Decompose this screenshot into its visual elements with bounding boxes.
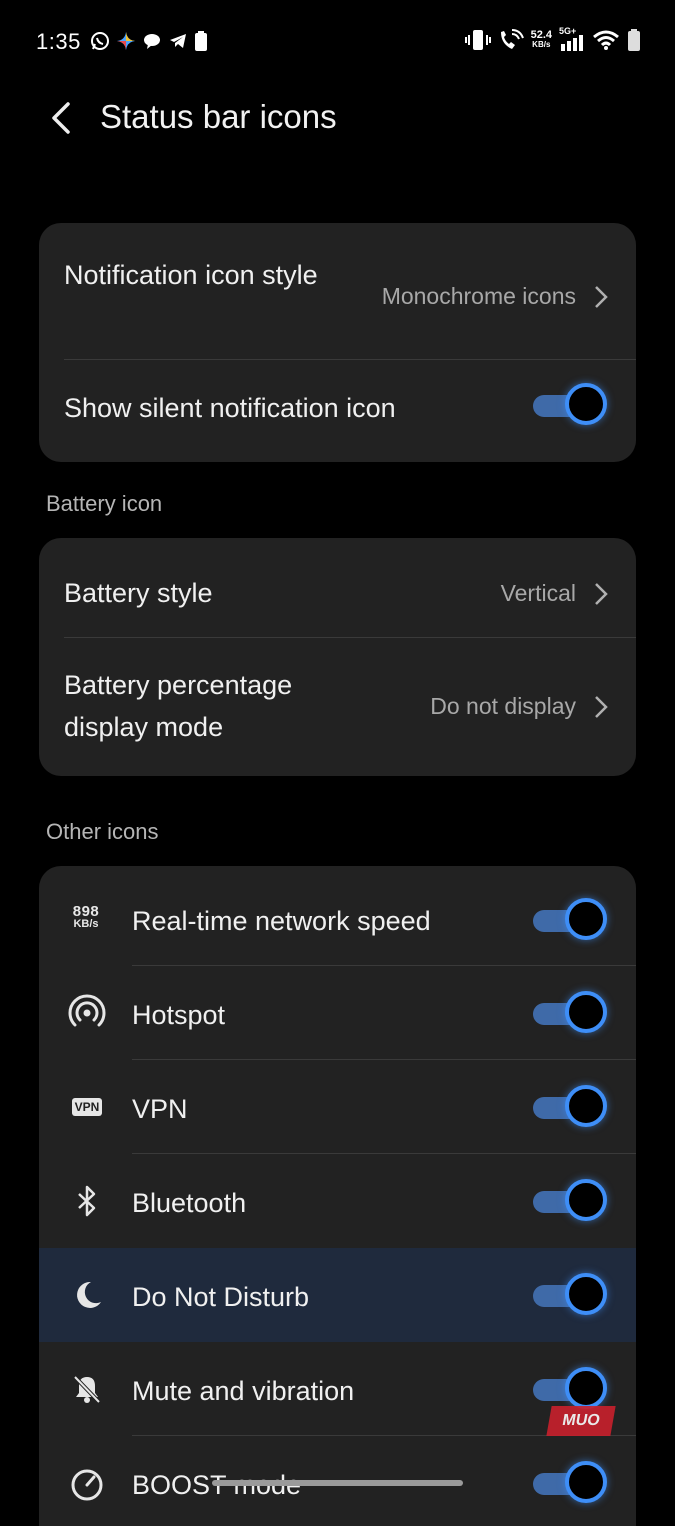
network-speed-label: Real-time network speed <box>132 906 431 936</box>
bluetooth-toggle[interactable] <box>533 1179 607 1223</box>
bell-off-icon <box>73 1375 101 1404</box>
home-gesture-bar[interactable] <box>212 1480 463 1486</box>
gemini-icon <box>117 32 135 50</box>
battery-small-icon <box>195 31 207 51</box>
hotspot-row[interactable]: Hotspot <box>39 966 636 1060</box>
battery-percentage-value: Do not display <box>430 693 576 719</box>
notification-icon-style-row[interactable]: Notification icon style Monochrome icons <box>39 223 636 360</box>
battery-icon <box>628 29 640 51</box>
hotspot-label: Hotspot <box>132 1000 226 1030</box>
signal-indicator: 5G+ <box>559 26 585 52</box>
vpn-label: VPN <box>132 1094 188 1124</box>
chevron-right-icon <box>595 286 608 308</box>
signal-bars-icon <box>561 35 583 51</box>
whatsapp-icon <box>91 32 109 50</box>
mute-vibration-toggle[interactable] <box>533 1367 607 1411</box>
battery-style-value: Vertical <box>500 580 576 606</box>
network-speed-icon: 898 KB/s <box>72 903 100 930</box>
status-time: 1:35 <box>36 29 81 54</box>
bluetooth-label: Bluetooth <box>132 1188 247 1218</box>
do-not-disturb-toggle[interactable] <box>533 1273 607 1317</box>
show-silent-notification-toggle[interactable] <box>533 383 607 427</box>
battery-style-label: Battery style <box>64 578 213 608</box>
network-speed-toggle[interactable] <box>533 898 607 942</box>
bluetooth-row[interactable]: Bluetooth <box>39 1154 636 1248</box>
show-silent-notification-row[interactable]: Show silent notification icon <box>39 360 636 462</box>
app-header: Status bar icons <box>0 88 675 148</box>
vpn-toggle[interactable] <box>533 1085 607 1129</box>
gauge-icon <box>71 1469 103 1501</box>
vpn-icon: VPN <box>67 1087 107 1127</box>
network-speed-row[interactable]: 898 KB/s Real-time network speed <box>39 866 636 966</box>
do-not-disturb-label: Do Not Disturb <box>132 1282 310 1312</box>
back-arrow-icon[interactable] <box>44 101 78 135</box>
hotspot-icon <box>68 994 106 1027</box>
moon-icon <box>77 1281 101 1308</box>
mute-vibration-label: Mute and vibration <box>132 1376 355 1406</box>
status-network-speed: 52.4 KB/s <box>530 29 552 50</box>
status-bar: 1:35 52.4 KB/s 5G+ <box>0 0 675 84</box>
chevron-right-icon <box>595 583 608 605</box>
notification-icon-style-value: Monochrome icons <box>381 283 576 309</box>
chevron-right-icon <box>595 696 608 718</box>
battery-style-row[interactable]: Battery style Vertical <box>39 538 636 638</box>
do-not-disturb-row[interactable]: Do Not Disturb <box>39 1248 636 1342</box>
watermark-logo: MUO <box>546 1406 616 1436</box>
wifi-icon <box>593 30 619 50</box>
other-icons-card: 898 KB/s Real-time network speed Hotspot… <box>39 866 636 1526</box>
hotspot-toggle[interactable] <box>533 991 607 1035</box>
mute-vibration-row[interactable]: Mute and vibration <box>39 1342 636 1436</box>
vibrate-icon <box>464 30 491 50</box>
vpn-row[interactable]: VPN VPN <box>39 1060 636 1154</box>
battery-percentage-row[interactable]: Battery percentage display mode Do not d… <box>39 638 636 776</box>
battery-icon-section-title: Battery icon <box>46 491 163 516</box>
status-left-icons <box>90 30 208 52</box>
other-icons-section-title: Other icons <box>46 819 159 844</box>
notification-icon-style-label: Notification icon style <box>64 260 318 290</box>
bluetooth-icon <box>78 1185 96 1217</box>
wifi-call-icon <box>500 29 524 49</box>
battery-card: Battery style Vertical Battery percentag… <box>39 538 636 776</box>
telegram-icon <box>170 34 186 48</box>
boost-mode-toggle[interactable] <box>533 1461 607 1505</box>
status-right-icons: 52.4 KB/s 5G+ <box>464 26 641 52</box>
chat-bubble-icon <box>144 34 160 49</box>
battery-percentage-label: Battery percentage display mode <box>64 670 293 742</box>
show-silent-notification-label: Show silent notification icon <box>64 393 396 423</box>
page-title: Status bar icons <box>100 98 337 135</box>
notification-card: Notification icon style Monochrome icons… <box>39 223 636 462</box>
